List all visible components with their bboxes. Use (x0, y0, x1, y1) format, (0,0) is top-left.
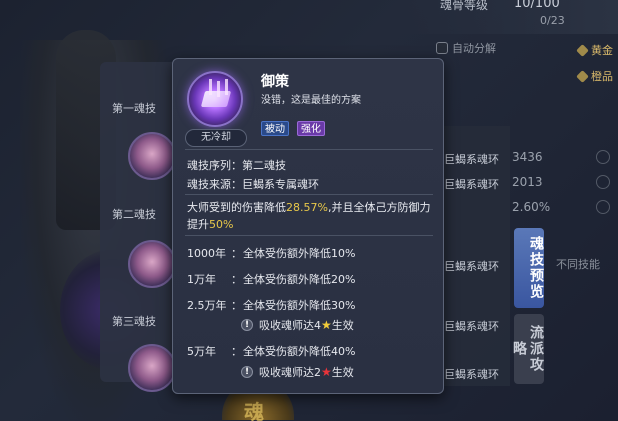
tab-skill-preview[interactable]: 魂技预览 (514, 228, 544, 308)
tier-year: 5万年 (187, 345, 216, 358)
desc-highlight: 50% (209, 218, 234, 231)
skill-name: 御策 (261, 74, 289, 90)
ring-text: 巨蝎系魂环 (444, 178, 499, 191)
auto-decompose-checkbox[interactable] (436, 42, 448, 54)
top-count: 0/23 (540, 14, 565, 27)
top-label: 魂骨等级 (440, 0, 489, 12)
divider (185, 194, 433, 195)
book-skill-icon (187, 71, 243, 127)
tier-colon: ： (231, 247, 242, 260)
ring-text: 巨蝎系魂环 (444, 260, 499, 273)
tag-passive: 被动 (261, 121, 289, 136)
side-row-label: 橙品 (591, 70, 613, 83)
tier-effect: 全体受伤额外降低40% (243, 345, 356, 358)
tier-year: 1万年 (187, 273, 216, 286)
ring-num: 2.60% (512, 200, 551, 214)
right-hint-text: 不同技能 (556, 258, 600, 271)
red-star-icon: ★ (321, 365, 332, 379)
diamond-icon (576, 69, 589, 83)
diamond-icon (576, 43, 589, 57)
stat-icon (596, 175, 610, 189)
desc-text: 大师受到的伤害降低 (187, 201, 286, 214)
sequence-label: 魂技序列： (187, 159, 242, 172)
tier-effect: 全体受伤额外降低30% (243, 299, 356, 312)
ring-text: 巨蝎系魂环 (444, 320, 499, 333)
tier-row: 1万年 ： 全体受伤额外降低20% (187, 271, 355, 287)
skill-slot-second[interactable] (128, 240, 176, 288)
tier-row: 1000年 ： 全体受伤额外降低10% (187, 245, 355, 261)
tier-year: 1000年 (187, 247, 226, 260)
skill-slot-third[interactable] (128, 344, 176, 392)
desc-highlight: 28.57% (286, 201, 328, 214)
auto-decompose-label: 自动分解 (452, 42, 496, 55)
tier-condition: ! 吸收魂师达2★生效 (241, 364, 354, 380)
stat-icon (596, 200, 610, 214)
tier-effect: 全体受伤额外降低20% (243, 273, 356, 286)
skill-source-line: 魂技来源：巨蝎系专属魂环 (187, 176, 319, 192)
tier-condition: ! 吸收魂师达4★生效 (241, 317, 354, 333)
ring-num: 2013 (512, 175, 543, 189)
tier-effect: 全体受伤额外降低10% (243, 247, 356, 260)
ring-num: 3436 (512, 150, 543, 164)
skill-tooltip: 无冷却 御策 没错，这是最佳的方案 被动 强化 魂技序列：第二魂技 魂技来源：巨… (172, 58, 444, 394)
tier-colon: ： (231, 299, 242, 312)
top-value: 10/100 (514, 0, 560, 11)
warning-icon: ! (241, 319, 253, 331)
divider (185, 235, 433, 236)
tier-colon: ： (231, 345, 242, 358)
tier-row: 2.5万年 ： 全体受伤额外降低30% (187, 297, 355, 313)
top-strip (400, 0, 618, 34)
sequence-value: 第二魂技 (242, 159, 286, 172)
ring-text: 巨蝎系魂环 (444, 153, 499, 166)
divider (185, 149, 433, 150)
stat-icon (596, 150, 610, 164)
section-label-second: 第二魂技 (112, 208, 156, 221)
skill-sequence-line: 魂技序列：第二魂技 (187, 157, 286, 173)
gold-star-icon: ★ (321, 318, 332, 332)
section-label-first: 第一魂技 (112, 102, 156, 115)
cooldown-badge: 无冷却 (185, 129, 247, 147)
condition-text: 吸收魂师达2★生效 (259, 365, 354, 379)
skill-slot-first[interactable] (128, 132, 176, 180)
side-row-orange[interactable]: 橙品 (576, 68, 613, 84)
side-row-label: 黄金 (591, 44, 613, 57)
side-row-gold[interactable]: 黄金 (576, 42, 613, 58)
skill-quote: 没错，这是最佳的方案 (261, 95, 361, 106)
tag-enhance: 强化 (297, 121, 325, 136)
condition-text: 吸收魂师达4★生效 (259, 318, 354, 332)
soul-emblem-text: 魂 (244, 400, 264, 421)
tier-row: 5万年 ： 全体受伤额外降低40% (187, 343, 355, 359)
warning-icon: ! (241, 366, 253, 378)
source-label: 魂技来源： (187, 178, 242, 191)
skill-description: 大师受到的伤害降低28.57%,并且全体己方防御力提升50% (187, 199, 433, 233)
tier-colon: ： (231, 273, 242, 286)
section-label-third: 第三魂技 (112, 315, 156, 328)
source-value: 巨蝎系专属魂环 (242, 178, 319, 191)
tab-build-guide[interactable]: 流派攻略 (511, 314, 544, 384)
tier-year: 2.5万年 (187, 299, 227, 312)
ring-text: 巨蝎系魂环 (444, 368, 499, 381)
